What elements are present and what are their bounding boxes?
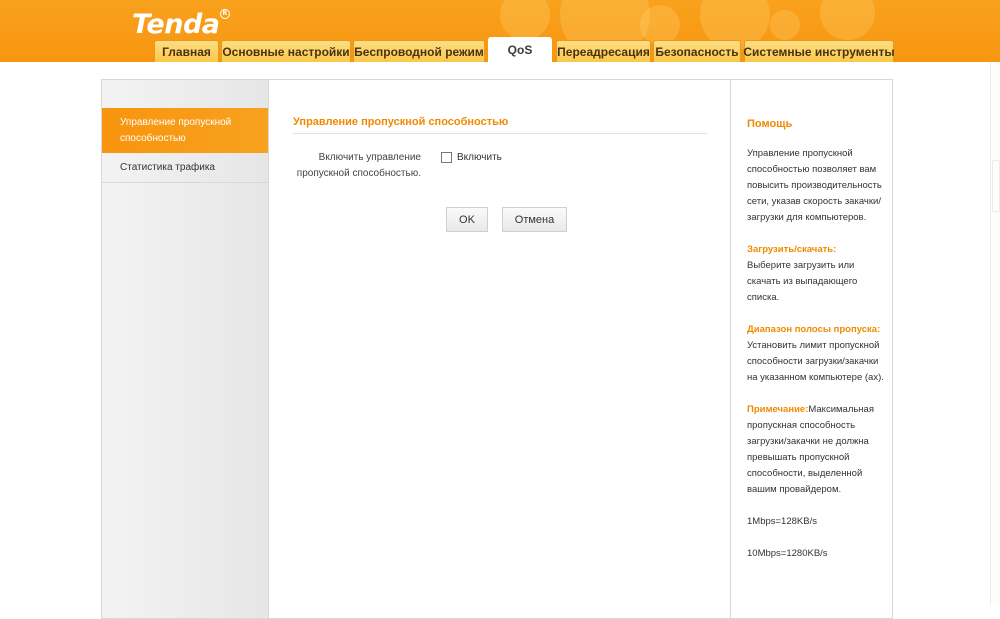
help-updown-text: Выберите загрузить или скачать из выпада… (747, 260, 858, 303)
sidebar-item-traffic-stats[interactable]: Статистика трафика (102, 153, 268, 183)
help-note-text: Максимальная пропускная способность загр… (747, 404, 874, 495)
section-title: Управление пропускной способностью (293, 116, 707, 134)
tab-security[interactable]: Безопасность (653, 40, 741, 62)
help-range: Диапазон полосы пропуска: Установить лим… (747, 322, 887, 386)
help-updown: Загрузить/скачать: Выберите загрузить ил… (747, 242, 887, 306)
sidebar-item-label: Управление пропускной способностью (120, 116, 232, 144)
tab-system-tools[interactable]: Системные инструменты (743, 40, 895, 62)
enable-bandwidth-label: Включить управление пропускной способнос… (296, 152, 421, 179)
enable-checkbox-row[interactable]: Включить (441, 152, 502, 163)
help-note-heading: Примечание: (747, 404, 809, 415)
tab-basic-settings[interactable]: Основные настройки (221, 40, 351, 62)
registered-mark-icon: R (219, 9, 230, 19)
enable-checkbox-label: Включить (457, 152, 502, 163)
tab-forwarding[interactable]: Переадресация (556, 40, 651, 62)
help-updown-heading: Загрузить/скачать: (747, 244, 837, 255)
sidebar-item-label: Статистика трафика (120, 161, 215, 173)
logo-text: Tenda (132, 9, 220, 40)
decor-bubble (500, 0, 550, 40)
help-conversion-1: 1Mbps=128KB/s (747, 516, 817, 527)
help-range-text: Установить лимит пропускной способности … (747, 340, 884, 383)
page-frame: Управление пропускной способностью Стати… (101, 79, 893, 619)
help-note: Примечание:Максимальная пропускная спосо… (747, 402, 887, 498)
tab-wireless[interactable]: Беспроводной режим (353, 40, 485, 62)
enable-checkbox[interactable] (441, 152, 452, 163)
scrollbar-thumb[interactable] (992, 160, 1000, 212)
decor-bubble (820, 0, 875, 40)
tab-qos[interactable]: QoS (488, 37, 552, 62)
page-scrollbar[interactable] (990, 62, 1000, 605)
main-content: Управление пропускной способностью Включ… (293, 80, 709, 618)
help-body: Управление пропускной способностью позво… (747, 146, 887, 578)
tenda-logo: Tenda R (132, 9, 230, 40)
help-intro: Управление пропускной способностью позво… (747, 148, 882, 223)
cancel-button[interactable]: Отмена (502, 207, 567, 232)
decor-bubble (640, 5, 680, 45)
help-panel: Помощь Управление пропускной способность… (730, 80, 893, 618)
help-conversion-2: 10Mbps=1280KB/s (747, 548, 828, 559)
decor-bubble (770, 10, 800, 40)
tab-home[interactable]: Главная (154, 40, 219, 62)
help-title: Помощь (747, 118, 793, 130)
help-range-heading: Диапазон полосы пропуска: (747, 324, 881, 335)
header-bar: Tenda R Главная Основные настройки Беспр… (0, 0, 1000, 62)
sidebar-item-bandwidth-control[interactable]: Управление пропускной способностью (102, 108, 268, 153)
sidebar: Управление пропускной способностью Стати… (102, 80, 269, 618)
ok-button[interactable]: OK (446, 207, 488, 232)
